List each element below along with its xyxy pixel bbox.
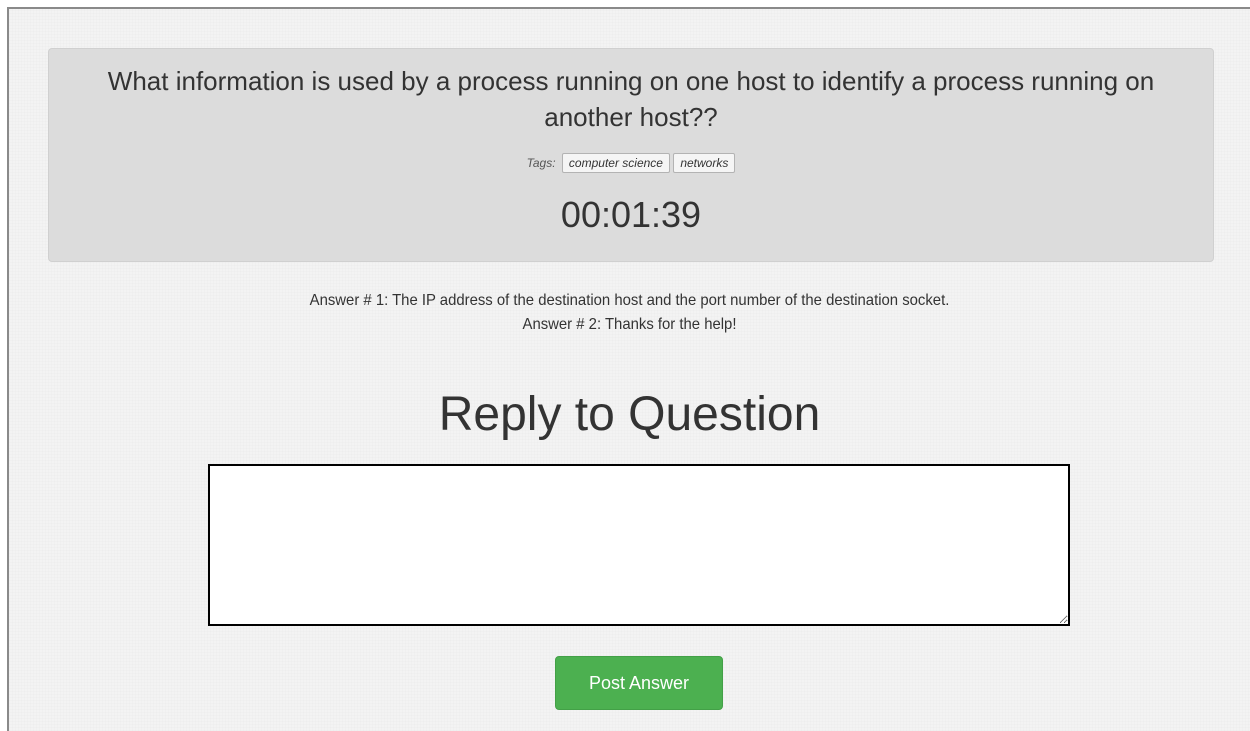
answers-list: Answer # 1: The IP address of the destin… — [9, 289, 1250, 337]
tags-row: Tags: computer science networks — [49, 152, 1213, 173]
reply-textarea[interactable] — [208, 464, 1070, 626]
tags-label: Tags: — [526, 155, 556, 170]
countdown-timer: 00:01:39 — [560, 194, 702, 235]
answer-item: Answer # 2: Thanks for the help! — [522, 316, 737, 333]
question-text: What information is used by a process ru… — [107, 66, 1155, 132]
tag-networks[interactable]: networks — [673, 152, 736, 173]
answer-item: Answer # 1: The IP address of the destin… — [309, 292, 950, 309]
question-panel: What information is used by a process ru… — [48, 48, 1214, 262]
post-answer-button[interactable]: Post Answer — [555, 656, 723, 710]
page-frame: What information is used by a process ru… — [7, 7, 1250, 731]
reply-heading: Reply to Question — [438, 388, 821, 441]
tag-computer-science[interactable]: computer science — [561, 152, 670, 173]
